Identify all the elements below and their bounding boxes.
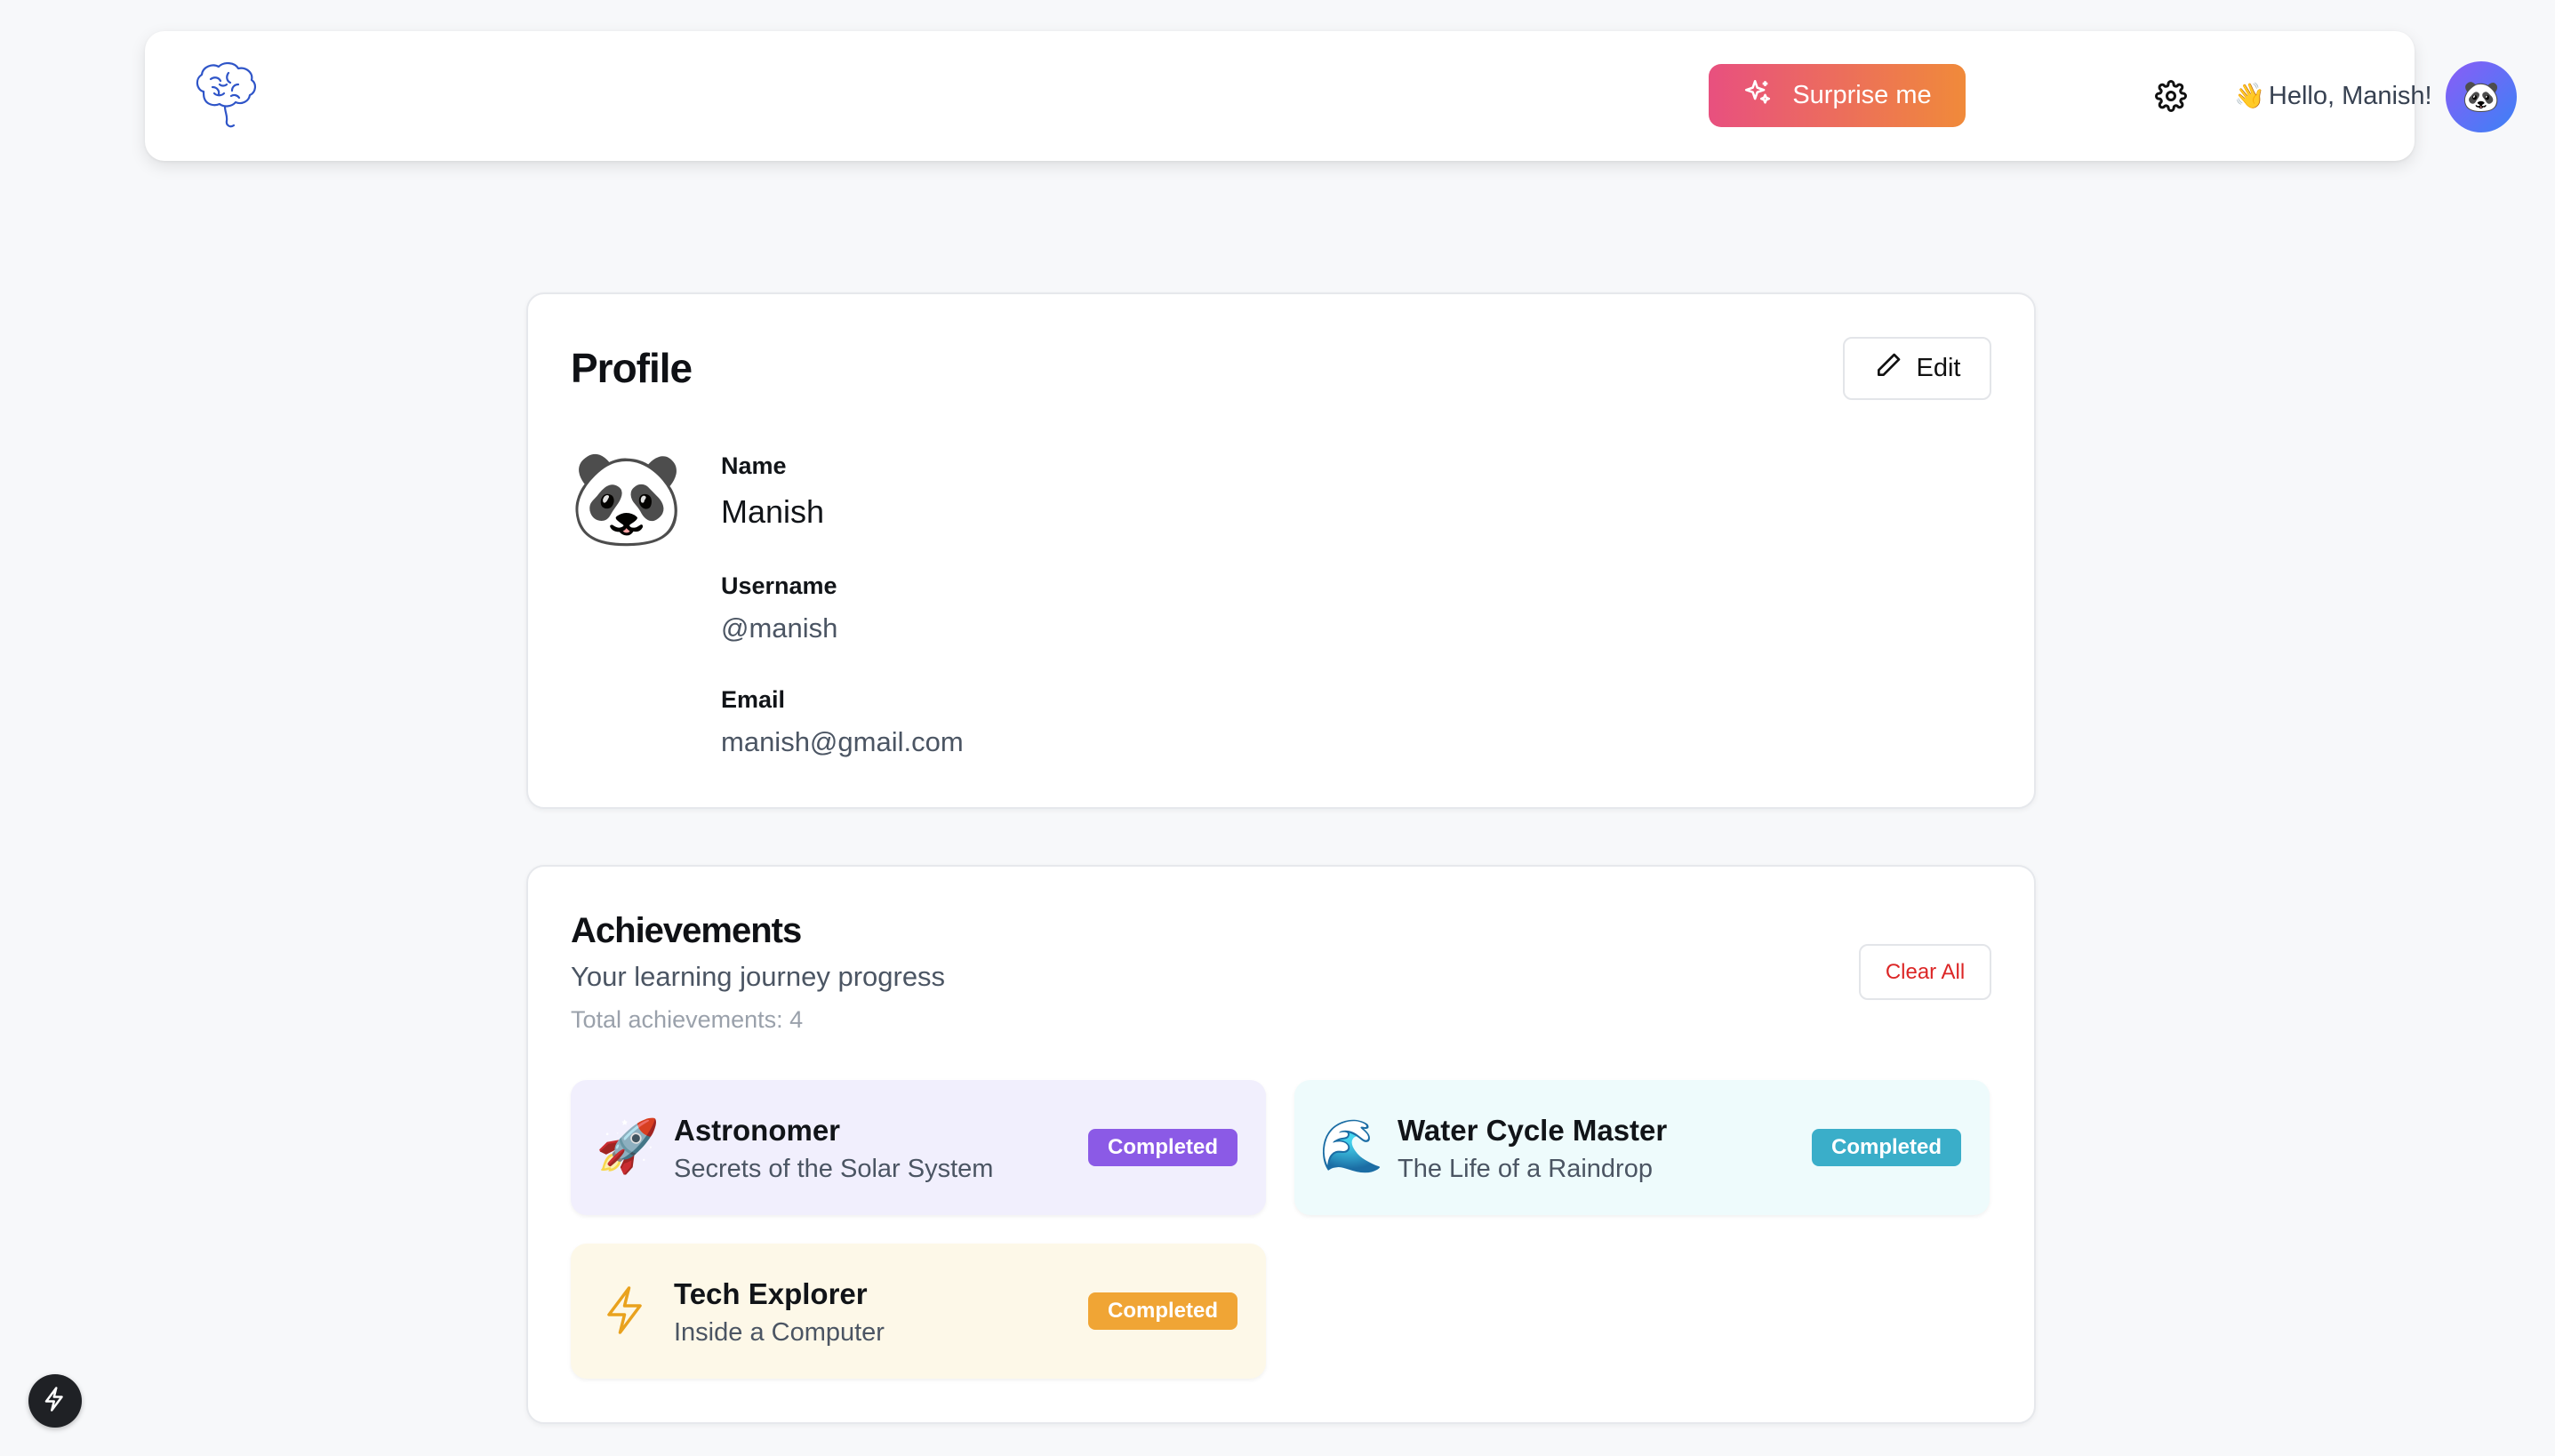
achievement-name: Tech Explorer [674,1277,868,1310]
lightning-icon [596,1281,658,1352]
completed-badge: Completed [1087,1129,1237,1166]
clear-all-button[interactable]: Clear All [1859,944,1991,1000]
achievements-card: Achievements Your learning journey progr… [526,865,2036,1424]
achievement-item: 🌊 Water Cycle Master The Life of a Raind… [1294,1080,1990,1215]
achievement-name: Water Cycle Master [1398,1114,1668,1147]
achievement-name: Astronomer [674,1114,841,1147]
email-value: manish@gmail.com [721,726,964,757]
panda-icon: 🐼 [2462,80,2501,114]
achievement-description: The Life of a Raindrop [1398,1155,1653,1183]
name-value: Manish [721,493,825,530]
pencil-icon [1874,351,1902,387]
surprise-me-label: Surprise me [1792,81,1932,109]
user-greeting: 👋 Hello, Manish! [2234,77,2432,115]
username-value: @manish [721,612,838,644]
dev-tools-button[interactable] [28,1374,82,1428]
sparkles-icon [1742,77,1773,115]
username-label: Username [721,572,837,599]
surprise-me-button[interactable]: Surprise me [1709,64,1966,127]
settings-gear-icon[interactable] [2155,80,2187,112]
lightning-icon [42,1386,68,1417]
completed-badge: Completed [1811,1129,1961,1166]
profile-card: Profile Edit 🐼 Name Manish Username @man… [526,292,2036,809]
brain-logo-icon[interactable] [189,58,260,132]
greeting-text: Hello, Manish! [2268,82,2432,110]
profile-avatar-panda-icon: 🐼 [569,447,685,550]
edit-profile-button[interactable]: Edit [1843,337,1991,400]
name-label: Name [721,452,787,479]
achievements-total: Total achievements: 4 [571,1006,804,1033]
user-avatar[interactable]: 🐼 [2446,61,2517,132]
achievements-title: Achievements [571,911,802,950]
profile-title: Profile [571,345,693,391]
achievements-subtitle: Your learning journey progress [571,961,946,992]
achievement-item: 🚀 Astronomer Secrets of the Solar System… [571,1080,1266,1215]
achievement-item: Tech Explorer Inside a Computer Complete… [571,1244,1266,1379]
achievement-description: Inside a Computer [674,1318,885,1347]
completed-badge: Completed [1087,1292,1237,1330]
wave-icon: 🌊 [1319,1117,1384,1175]
rocket-icon: 🚀 [596,1117,661,1175]
email-label: Email [721,686,786,713]
waving-hand-icon: 👋 [2234,82,2265,109]
achievement-description: Secrets of the Solar System [674,1155,994,1183]
edit-label: Edit [1916,354,1961,382]
top-navbar: Surprise me 👋 Hello, Manish! 🐼 [145,31,2517,161]
